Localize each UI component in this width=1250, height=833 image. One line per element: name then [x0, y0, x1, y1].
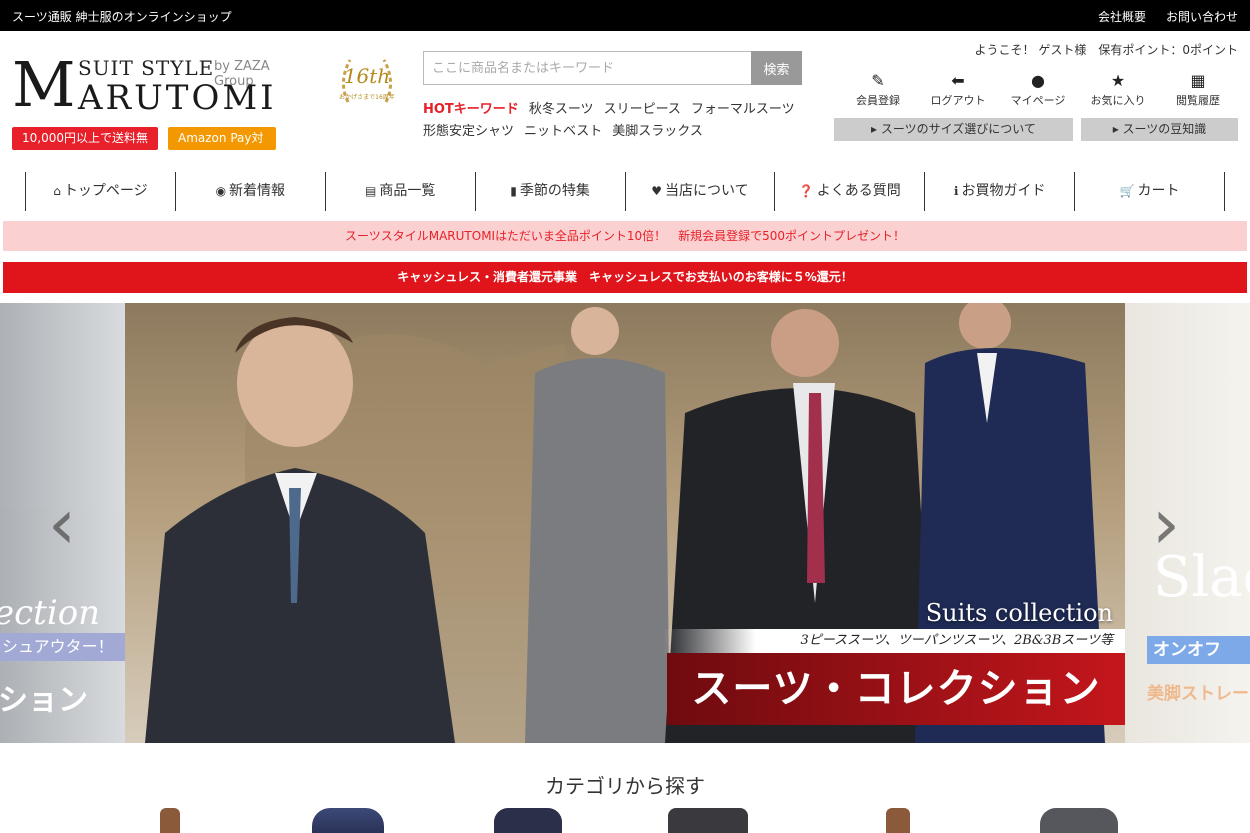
favorites-button[interactable]: ★ お気に入り [1078, 70, 1158, 112]
keyword-link[interactable]: 秋冬スーツ [529, 102, 594, 117]
question-icon: ❓ [798, 184, 814, 198]
keyword-link[interactable]: フォーマルスーツ [691, 102, 795, 117]
register-label: 会員登録 [856, 94, 900, 107]
home-icon: ⌂ [53, 184, 61, 198]
history-button[interactable]: ▦ 閲覧履歴 [1158, 70, 1238, 112]
book-icon: ▮ [510, 184, 517, 198]
keyword-link[interactable]: 美脚スラックス [612, 124, 703, 139]
nav-guide[interactable]: ℹ お買物ガイド [925, 172, 1076, 211]
category-thumb[interactable] [160, 808, 180, 833]
mypage-button[interactable]: ● マイページ [998, 70, 1078, 112]
cashless-banner[interactable]: キャッシュレス・消費者還元事業 キャッシュレスでお支払いのお客様に５%還元！ [3, 262, 1247, 293]
next-slide-jp: 美脚ストレー [1147, 684, 1249, 704]
nav-about[interactable]: ♥ 当店について [626, 172, 776, 211]
logout-arrow-icon: ⬅ [951, 71, 965, 90]
site-tagline: スーツ通販 紳士服のオンラインショップ [12, 10, 232, 24]
prev-slide-tag: シュアウター！ [0, 633, 125, 661]
pencil-icon: ✎ [871, 71, 885, 90]
circle-dot-icon: ◉ [215, 184, 227, 198]
category-thumb[interactable] [1040, 808, 1118, 833]
history-label: 閲覧履歴 [1176, 94, 1220, 107]
nav-products[interactable]: ▤ 商品一覧 [326, 172, 476, 211]
next-slide-preview[interactable]: Slac オンオフ 美脚ストレー [1125, 303, 1250, 743]
welcome-text: ようこそ！ ゲスト様 保有ポイント：0ポイント [974, 43, 1238, 57]
register-button[interactable]: ✎ 会員登録 [838, 70, 918, 112]
star-icon: ★ [1110, 71, 1126, 90]
person-icon: ● [1031, 71, 1045, 90]
chevron-right-icon[interactable]: › [1152, 483, 1180, 565]
user-menu: ✎ 会員登録 ⬅ ログアウト ● マイページ ★ お気に入り ▦ 閲覧履歴 [838, 70, 1238, 112]
nav-news[interactable]: ◉ 新着情報 [176, 172, 326, 211]
keyword-link[interactable]: スリーピース [604, 102, 681, 117]
logo-rutomi: ARUTOMI [78, 78, 277, 118]
search-input[interactable] [423, 51, 752, 85]
nav-news-label: 新着情報 [229, 183, 286, 199]
prev-slide-jp: ション [0, 683, 88, 718]
search-button[interactable]: 検索 [751, 51, 802, 85]
nav-products-label: 商品一覧 [379, 183, 436, 199]
calendar-icon: ▦ [1190, 71, 1206, 90]
nav-faq[interactable]: ❓ よくある質問 [775, 172, 926, 211]
anniversary-number: 16th [343, 64, 391, 88]
heart-icon: ♥ [651, 184, 663, 198]
nav-about-label: 当店について [665, 183, 749, 199]
category-thumb[interactable] [494, 808, 562, 833]
points-banner[interactable]: スーツスタイルMARUTOMIはただいま全品ポイント10倍！ 新規会員登録で50… [3, 221, 1247, 251]
logo-suit-style: SUIT STYLE [78, 56, 215, 80]
nav-cart[interactable]: 🛒 カート [1075, 172, 1225, 211]
prev-slide-en: ection [0, 593, 101, 633]
company-link[interactable]: 会社概要 [1098, 8, 1146, 25]
hot-keyword-label: HOTキーワード [423, 102, 519, 117]
site-logo[interactable]: M SUIT STYLE by ZAZA Group ARUTOMI [12, 48, 312, 121]
contact-link[interactable]: お問い合わせ [1166, 8, 1238, 25]
next-slide-tag: オンオフ [1147, 636, 1250, 664]
slide-subtitle: 3ピーススーツ、ツーパンツスーツ、2B&3Bスーツ等 [663, 629, 1125, 653]
free-shipping-badge: 10,000円以上で送料無料 [12, 127, 158, 168]
category-section-title: カテゴリから探す [545, 774, 705, 798]
category-thumb[interactable] [312, 808, 384, 833]
top-bar: スーツ通販 紳士服のオンラインショップ 会社概要 お問い合わせ [0, 0, 1250, 31]
main-slide[interactable]: Suits collection 3ピーススーツ、ツーパンツスーツ、2B&3Bス… [125, 303, 1125, 743]
slide-title-jp: スーツ・コレクション [667, 653, 1125, 725]
category-thumb[interactable] [886, 808, 910, 833]
nav-top[interactable]: ⌂ トップページ [26, 172, 176, 211]
nav-top-label: トップページ [63, 183, 148, 199]
hero-carousel: ection シュアウター！ ション Suits collection 3ピース… [0, 303, 1250, 743]
nav-faq-label: よくある質問 [816, 183, 901, 199]
size-guide-button[interactable]: ▸ スーツのサイズ選びについて [834, 118, 1073, 141]
nav-guide-label: お買物ガイド [961, 183, 1046, 199]
category-thumb[interactable] [668, 808, 748, 833]
anniversary-badge: 16th おかげさまで16周年 [336, 52, 398, 108]
logo-m: M [12, 48, 76, 121]
list-icon: ▤ [365, 184, 377, 198]
cart-icon: 🛒 [1119, 184, 1135, 198]
nav-seasonal[interactable]: ▮ 季節の特集 [476, 172, 626, 211]
logout-button[interactable]: ⬅ ログアウト [918, 70, 998, 112]
amazon-pay-badge: Amazon Pay対応 [168, 127, 276, 168]
mypage-label: マイページ [1010, 94, 1066, 107]
keyword-link[interactable]: ニットベスト [524, 124, 602, 139]
slide-title-en: Suits collection [925, 599, 1113, 627]
global-nav: ⌂ トップページ ◉ 新着情報 ▤ 商品一覧 ▮ 季節の特集 ♥ 当店について ❓ よくある… [25, 172, 1225, 211]
anniversary-text: おかげさまで16周年 [339, 94, 395, 101]
top-links: 会社概要 お問い合わせ [1098, 8, 1238, 25]
info-icon: ℹ [953, 184, 959, 198]
nav-seasonal-label: 季節の特集 [519, 183, 590, 199]
trivia-button[interactable]: ▸ スーツの豆知識 [1081, 118, 1238, 141]
favorites-label: お気に入り [1090, 94, 1146, 107]
hot-keywords: HOTキーワード 秋冬スーツ スリーピース フォーマルスーツ形態安定シャツ ニットベスト… [423, 99, 805, 143]
logout-label: ログアウト [930, 94, 986, 107]
keyword-link[interactable]: 形態安定シャツ [423, 124, 514, 139]
chevron-left-icon[interactable]: ‹ [48, 483, 76, 565]
category-thumbnails [0, 808, 1250, 833]
search-box: 検索 [423, 51, 802, 85]
nav-cart-label: カート [1137, 183, 1180, 199]
